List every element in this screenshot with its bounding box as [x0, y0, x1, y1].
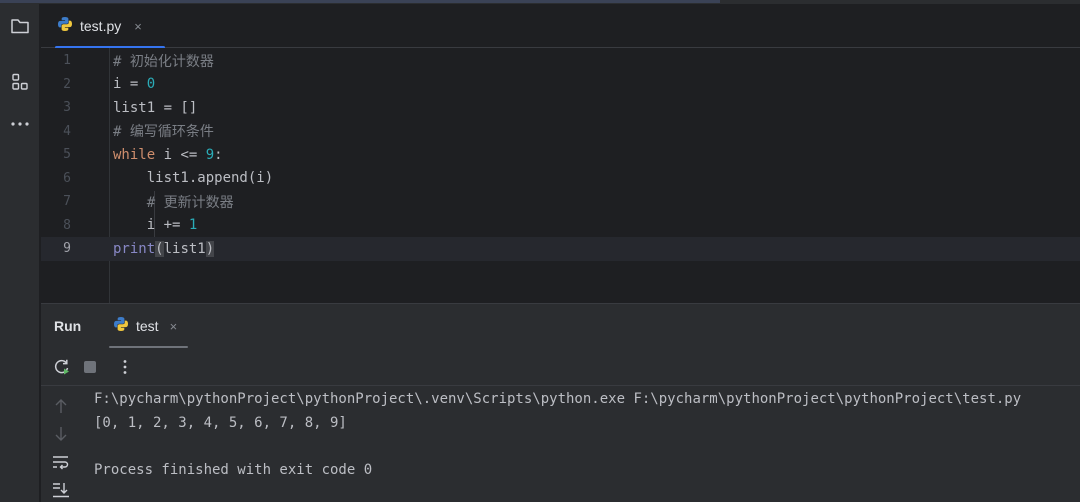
line-number: 4 — [63, 123, 71, 139]
close-icon[interactable]: × — [170, 319, 178, 334]
console-line: [0, 1, 2, 3, 4, 5, 6, 7, 8, 9] — [94, 415, 347, 431]
run-toolbar — [41, 348, 1080, 386]
line-number: 6 — [63, 170, 71, 186]
code-token: # 初始化计数器 — [113, 53, 214, 70]
code-editor[interactable]: 1 # 初始化计数器 2 i = 0 3 list1 = [] 4 # 编写循环条件 5 whil… — [41, 48, 1080, 303]
structure-icon[interactable] — [6, 68, 34, 96]
line-number: 8 — [63, 217, 71, 233]
line-number: 7 — [63, 194, 71, 210]
code-token: 0 — [146, 76, 156, 93]
rerun-icon[interactable] — [52, 357, 72, 377]
run-header: Run test × — [41, 304, 1080, 348]
scroll-down-icon[interactable] — [51, 424, 71, 444]
console-output[interactable]: F:\pycharm\pythonProject\pythonProject\.… — [94, 386, 1080, 502]
console-line: Process finished with exit code 0 — [94, 462, 373, 478]
code-token: i <= — [155, 146, 206, 163]
python-file-icon — [57, 16, 73, 37]
console-side-toolbar — [41, 386, 81, 502]
code-line[interactable]: 9 print(list1) — [41, 237, 1080, 261]
editor-tab-bar: test.py × — [41, 4, 1080, 49]
line-code: print(list1) — [113, 240, 215, 257]
line-code: i += 1 — [113, 217, 198, 234]
line-code: # 初始化计数器 — [113, 51, 214, 71]
close-icon[interactable]: × — [134, 19, 142, 34]
code-token: i += — [113, 217, 189, 234]
code-line[interactable]: 5 while i <= 9: — [41, 143, 1080, 167]
editor-tab-test-py[interactable]: test.py × — [55, 4, 165, 49]
line-number: 1 — [63, 53, 71, 69]
code-token: # 编写循环条件 — [113, 124, 214, 141]
more-vertical-icon[interactable] — [115, 357, 135, 377]
code-token: # 更新计数器 — [113, 194, 234, 211]
scroll-up-icon[interactable] — [51, 396, 71, 416]
soft-wrap-icon[interactable] — [51, 452, 71, 472]
stop-icon[interactable] — [80, 357, 100, 377]
code-token: list1 = [] — [113, 99, 198, 116]
code-token: list1 — [163, 240, 206, 257]
line-number: 9 — [63, 241, 71, 257]
code-line[interactable]: 2 i = 0 — [41, 73, 1080, 97]
line-code: while i <= 9: — [113, 147, 223, 163]
code-line[interactable]: 6 list1.append(i) — [41, 167, 1080, 191]
code-line[interactable]: 8 i += 1 — [41, 214, 1080, 238]
python-file-icon — [113, 316, 129, 337]
code-token: list1.append(i) — [113, 170, 274, 187]
code-token: ( — [155, 240, 164, 257]
run-tab-label: test — [136, 318, 159, 334]
left-tool-strip — [0, 4, 40, 502]
run-tool-window: Run test × F:\pycharm\pythonProject\pyth… — [41, 304, 1080, 502]
code-token: 1 — [188, 217, 198, 234]
code-line[interactable]: 4 # 编写循环条件 — [41, 120, 1080, 144]
run-tab-test[interactable]: test × — [109, 304, 188, 348]
code-line[interactable]: 3 list1 = [] — [41, 96, 1080, 120]
code-line[interactable]: 1 # 初始化计数器 — [41, 49, 1080, 73]
line-code: # 更新计数器 — [113, 192, 234, 212]
editor-tab-label: test.py — [80, 18, 122, 34]
console-line: F:\pycharm\pythonProject\pythonProject\.… — [94, 391, 1022, 407]
code-token: : — [214, 146, 223, 163]
folder-icon[interactable] — [6, 12, 34, 40]
line-code: # 编写循环条件 — [113, 121, 214, 141]
code-line[interactable]: 7 # 更新计数器 — [41, 190, 1080, 214]
code-token: i = — [113, 76, 147, 93]
line-number: 5 — [63, 147, 71, 163]
code-token: print — [113, 240, 156, 257]
line-code: list1 = [] — [113, 100, 197, 116]
run-title: Run — [54, 318, 82, 334]
more-icon[interactable] — [6, 110, 34, 138]
code-token: ) — [205, 240, 215, 257]
code-token: while — [113, 146, 156, 163]
line-code: i = 0 — [113, 76, 155, 92]
line-number: 2 — [63, 76, 71, 92]
code-token: 9 — [205, 146, 215, 163]
scroll-to-end-icon[interactable] — [51, 480, 71, 500]
line-code: list1.append(i) — [113, 170, 273, 186]
line-number: 3 — [63, 100, 71, 116]
